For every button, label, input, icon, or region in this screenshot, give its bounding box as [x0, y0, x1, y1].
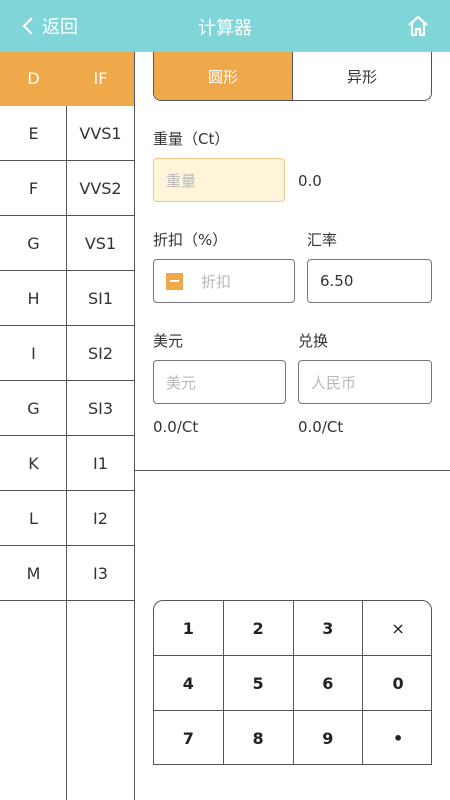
- table-row[interactable]: F VVS2: [0, 161, 134, 216]
- clarity-cell: SI1: [87, 289, 114, 308]
- discount-input[interactable]: 折扣: [153, 259, 295, 303]
- rate-value: 6.50: [320, 272, 354, 290]
- section-divider: [135, 470, 450, 471]
- weight-result: 0.0: [298, 172, 322, 190]
- calculator-panel: 圆形 异形 重量（Ct） 重量 0.0 折扣（%） 汇率 折扣 6.50 美元 …: [135, 52, 450, 800]
- weight-input[interactable]: 重量: [153, 158, 285, 202]
- weight-placeholder: 重量: [166, 171, 197, 190]
- color-cell: L: [29, 509, 38, 528]
- key-6[interactable]: 6: [293, 656, 364, 711]
- rmb-input[interactable]: 人民币: [298, 360, 432, 404]
- top-bar: 返回 计算器: [0, 0, 450, 52]
- page-title: 计算器: [198, 18, 252, 39]
- key-8[interactable]: 8: [224, 711, 294, 764]
- key-decimal[interactable]: •: [363, 711, 431, 764]
- color-cell: G: [27, 399, 40, 418]
- color-cell: H: [27, 289, 40, 308]
- usd-placeholder: 美元: [166, 373, 197, 392]
- key-4[interactable]: 4: [154, 656, 224, 711]
- table-row[interactable]: E VVS1: [0, 106, 134, 161]
- shape-tabs: 圆形 异形: [153, 52, 432, 101]
- table-row[interactable]: M I3: [0, 546, 134, 601]
- rate-label: 汇率: [307, 231, 338, 249]
- color-cell: G: [27, 234, 40, 253]
- usd-input[interactable]: 美元: [153, 360, 286, 404]
- home-icon[interactable]: [406, 14, 430, 38]
- table-row[interactable]: I SI2: [0, 326, 134, 381]
- key-delete[interactable]: ×: [363, 601, 431, 656]
- header-color[interactable]: D: [0, 69, 67, 88]
- table-row[interactable]: G VS1: [0, 216, 134, 271]
- header-clarity[interactable]: IF: [67, 69, 134, 88]
- table-row[interactable]: L I2: [0, 491, 134, 546]
- usd-label: 美元: [153, 332, 184, 350]
- keypad: 1 2 3 × 4 5 6 0 7 8 9 •: [153, 600, 432, 765]
- grade-table-header: D IF: [0, 52, 134, 106]
- rmb-per-ct: 0.0/Ct: [298, 418, 344, 436]
- tab-fancy[interactable]: 异形: [293, 52, 431, 100]
- clarity-cell: SI2: [87, 344, 114, 363]
- color-cell: K: [28, 454, 39, 473]
- clarity-cell: VVS1: [79, 124, 122, 143]
- minus-icon[interactable]: [166, 272, 183, 290]
- clarity-cell: SI3: [87, 399, 114, 418]
- key-3[interactable]: 3: [293, 601, 364, 656]
- tab-round[interactable]: 圆形: [154, 52, 293, 100]
- key-1[interactable]: 1: [154, 601, 224, 656]
- table-row[interactable]: K I1: [0, 436, 134, 491]
- usd-per-ct: 0.0/Ct: [153, 418, 199, 436]
- grade-table: D IF E VVS1 F VVS2 G VS1 H SI1 I SI2 G SI3 K I1…: [0, 52, 135, 800]
- clarity-cell: I3: [93, 564, 108, 583]
- convert-label: 兑换: [298, 332, 329, 350]
- key-5[interactable]: 5: [223, 656, 294, 711]
- key-9[interactable]: 9: [294, 711, 364, 764]
- color-cell: I: [31, 344, 36, 363]
- color-cell: E: [28, 124, 39, 143]
- rmb-placeholder: 人民币: [311, 373, 357, 392]
- clarity-cell: VS1: [84, 234, 117, 253]
- key-7[interactable]: 7: [154, 711, 224, 764]
- key-0[interactable]: 0: [363, 656, 431, 711]
- rate-input[interactable]: 6.50: [307, 259, 432, 303]
- weight-label: 重量（Ct）: [153, 130, 230, 148]
- discount-placeholder: 折扣: [201, 272, 232, 291]
- color-cell: F: [28, 179, 39, 198]
- color-cell: M: [26, 564, 41, 583]
- clarity-cell: VVS2: [79, 179, 122, 198]
- clarity-cell: I1: [93, 454, 108, 473]
- table-row[interactable]: G SI3: [0, 381, 134, 436]
- table-row[interactable]: H SI1: [0, 271, 134, 326]
- key-2[interactable]: 2: [223, 601, 294, 656]
- clarity-cell: I2: [93, 509, 108, 528]
- discount-label: 折扣（%）: [153, 231, 228, 249]
